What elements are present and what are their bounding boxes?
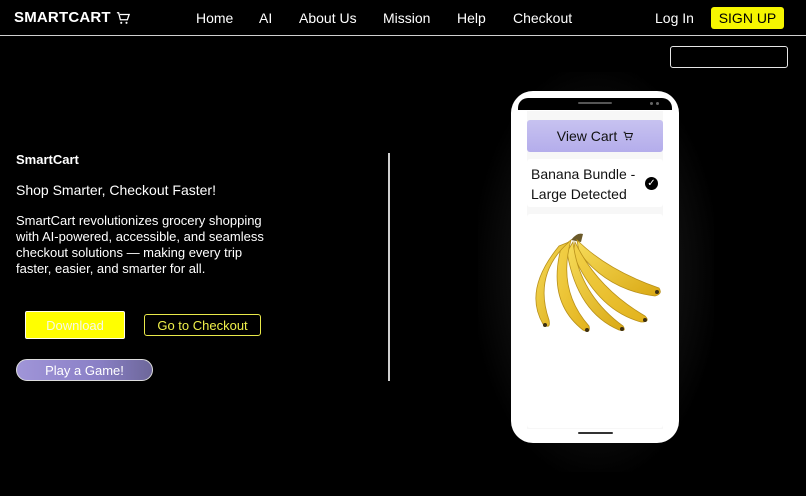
phone-notch xyxy=(518,98,672,110)
nav-link-about-us[interactable]: About Us xyxy=(299,10,357,26)
brand-logo[interactable]: SMARTCART xyxy=(14,9,130,26)
brand-name: SMARTCART xyxy=(14,9,111,26)
nav-link-home[interactable]: Home xyxy=(196,10,233,26)
detected-item-label: Banana Bundle - Large Detected xyxy=(531,166,636,202)
phone-camera-dot xyxy=(656,102,659,105)
phone-camera-dot xyxy=(650,102,653,105)
login-link[interactable]: Log In xyxy=(655,10,694,26)
phone-home-indicator xyxy=(578,432,613,434)
nav-link-checkout[interactable]: Checkout xyxy=(513,10,572,26)
banana-image xyxy=(535,233,661,332)
nav-link-help[interactable]: Help xyxy=(457,10,486,26)
cart-icon xyxy=(116,11,130,24)
search-input[interactable] xyxy=(670,46,788,68)
view-cart-label: View Cart xyxy=(556,128,618,144)
download-button[interactable]: Download xyxy=(25,311,125,339)
play-game-button[interactable]: Play a Game! xyxy=(16,359,153,381)
check-icon: ✓ xyxy=(645,177,658,190)
hero-description: SmartCart revolutionizes grocery shoppin… xyxy=(16,213,264,276)
vertical-divider xyxy=(388,153,390,381)
view-cart-button[interactable]: View Cart xyxy=(527,120,663,152)
nav-link-mission[interactable]: Mission xyxy=(383,10,430,26)
phone-speaker xyxy=(578,102,612,104)
top-navbar: SMARTCART Home AI About Us Mission Help … xyxy=(0,0,806,36)
hero-brand-title: SmartCart xyxy=(16,152,79,167)
go-to-checkout-button[interactable]: Go to Checkout xyxy=(144,314,261,336)
nav-link-ai[interactable]: AI xyxy=(259,10,272,26)
cart-icon xyxy=(623,131,634,141)
hero-tagline: Shop Smarter, Checkout Faster! xyxy=(16,182,216,198)
signup-button[interactable]: SIGN UP xyxy=(711,7,784,29)
